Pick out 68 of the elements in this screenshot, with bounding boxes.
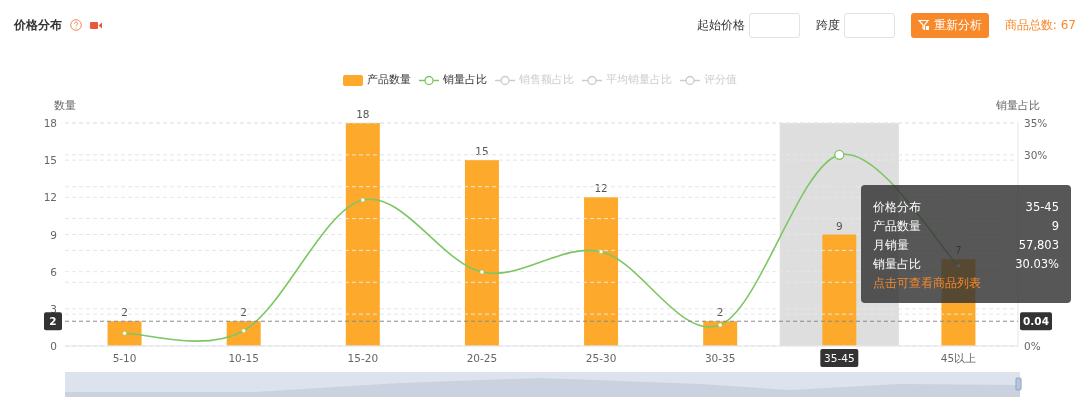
data-point[interactable] bbox=[834, 149, 845, 160]
legend-line-icon bbox=[582, 74, 602, 86]
legend-line-icon bbox=[419, 74, 439, 86]
axis-tick-label: 9 bbox=[50, 228, 57, 241]
legend-item[interactable]: 销量占比 bbox=[419, 72, 487, 88]
bar[interactable] bbox=[584, 197, 619, 346]
pointer-label: 2 bbox=[44, 312, 62, 331]
data-label: 2 bbox=[121, 306, 128, 319]
data-point[interactable] bbox=[360, 197, 366, 203]
category-label: 35-45 bbox=[820, 349, 859, 367]
pointer-label: 0.04 bbox=[1020, 312, 1052, 331]
tooltip-label: 月销量 bbox=[873, 237, 909, 254]
data-point[interactable] bbox=[598, 249, 604, 254]
reanalyze-button[interactable]: 重新分析 bbox=[910, 12, 989, 38]
bar[interactable] bbox=[464, 160, 499, 346]
x-tick-label: 35-45 bbox=[824, 352, 855, 364]
axis-tick-label: 35% bbox=[1024, 117, 1048, 129]
tooltip-label: 产品数量 bbox=[873, 218, 921, 235]
legend-bar-icon bbox=[343, 74, 363, 86]
data-label: 2 bbox=[716, 306, 724, 319]
legend-line-icon bbox=[495, 74, 515, 86]
category-label: 25-30 bbox=[585, 352, 617, 364]
data-label: 15 bbox=[475, 145, 489, 158]
bar[interactable] bbox=[822, 234, 857, 346]
tooltip-value: 30.03% bbox=[1015, 256, 1059, 273]
start-price-field[interactable] bbox=[748, 12, 800, 38]
axis-title: 销量占比 bbox=[996, 99, 1040, 111]
category-label: 20-25 bbox=[466, 352, 498, 364]
legend-item[interactable]: 产品数量 bbox=[343, 72, 411, 88]
data-label: 18 bbox=[356, 108, 370, 120]
axis-tick-label: 3 bbox=[50, 302, 57, 315]
axis-tick-label: 0 bbox=[50, 340, 57, 352]
data-point[interactable] bbox=[241, 328, 246, 333]
tooltip-label: 销量占比 bbox=[873, 256, 921, 273]
tooltip-value: 35-45 bbox=[1025, 199, 1059, 216]
data-point[interactable] bbox=[479, 269, 485, 275]
legend-line-icon bbox=[680, 74, 700, 86]
axis-tick-label: 18 bbox=[43, 117, 57, 129]
zoom-slider[interactable] bbox=[65, 372, 1022, 397]
product-list-link[interactable]: 点击可查看商品列表 bbox=[873, 274, 1059, 293]
field-label: 跨度 bbox=[815, 17, 840, 34]
bar[interactable] bbox=[345, 123, 380, 346]
data-point[interactable] bbox=[717, 322, 723, 328]
data-label: 12 bbox=[594, 182, 608, 195]
axis-title: 数量 bbox=[54, 99, 76, 111]
span-field[interactable] bbox=[843, 12, 895, 38]
category-label: 45以上 bbox=[940, 352, 977, 364]
product-total: 商品总数: 67 bbox=[1004, 17, 1076, 34]
data-point[interactable] bbox=[122, 331, 127, 336]
video-icon[interactable] bbox=[90, 20, 102, 30]
filter-icon bbox=[917, 19, 930, 31]
tooltip-value: 57,803 bbox=[1018, 237, 1059, 254]
axis-tick-label: 15 bbox=[43, 154, 57, 167]
axis-tick-label: 6 bbox=[50, 265, 57, 278]
data-label: 2 bbox=[240, 306, 248, 319]
category-label: 15-20 bbox=[347, 352, 379, 364]
tooltip-label: 价格分布 bbox=[873, 199, 921, 216]
category-label: 5-10 bbox=[112, 352, 137, 364]
help-icon[interactable] bbox=[70, 19, 82, 31]
section-title: 价格分布 bbox=[14, 17, 62, 34]
axis-tick-label: 0% bbox=[1024, 340, 1041, 352]
tooltip-value: 9 bbox=[1051, 218, 1059, 235]
category-label: 10-15 bbox=[228, 352, 259, 364]
category-label: 30-35 bbox=[704, 352, 736, 364]
field-label: 起始价格 bbox=[696, 17, 745, 34]
data-label: 9 bbox=[835, 219, 843, 232]
axis-tick-label: 30% bbox=[1024, 148, 1048, 161]
axis-tick-label: 12 bbox=[43, 191, 57, 204]
